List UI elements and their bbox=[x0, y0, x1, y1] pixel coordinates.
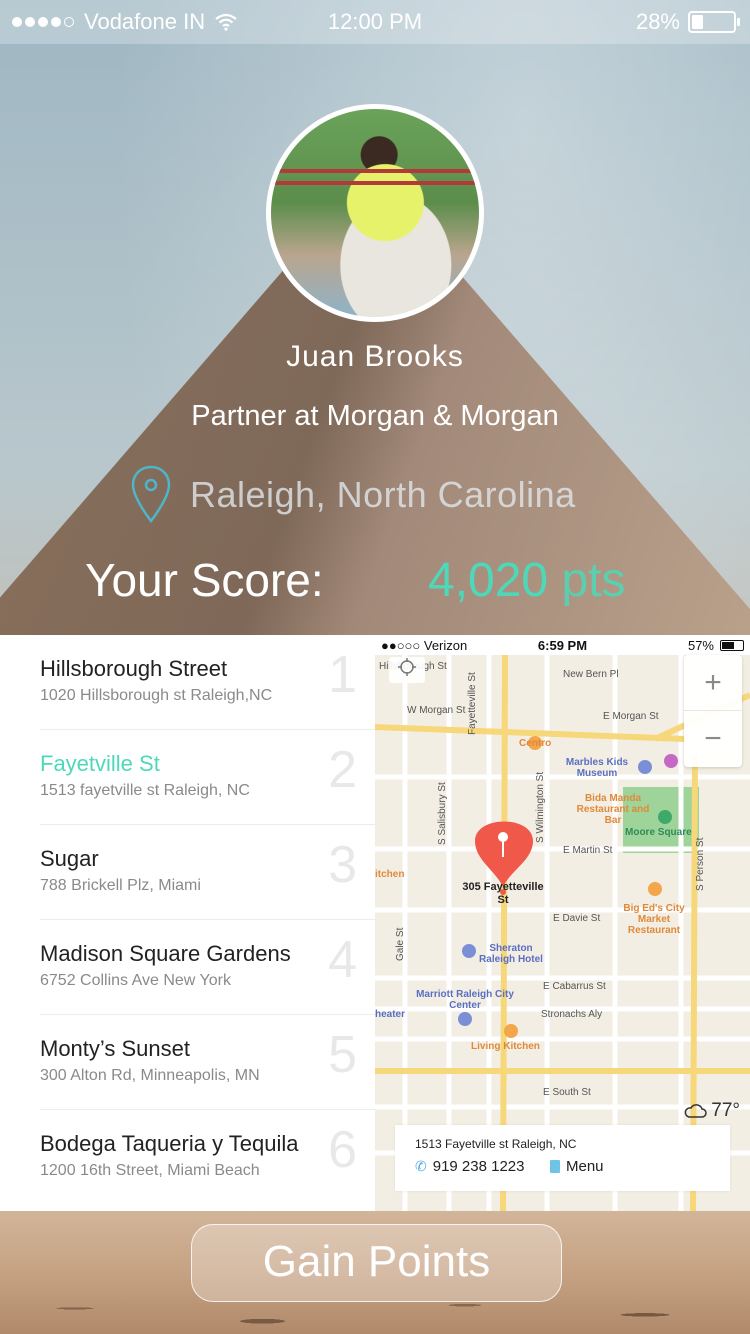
score-unit: pts bbox=[561, 554, 626, 607]
place-rank: 3 bbox=[328, 836, 357, 894]
avatar bbox=[266, 104, 484, 322]
poi-label: heater bbox=[375, 1009, 406, 1020]
list-item[interactable]: Hillsborough Street 1020 Hillsborough st… bbox=[40, 635, 375, 730]
place-rank: 4 bbox=[328, 931, 357, 989]
road-label: Gale St bbox=[395, 927, 406, 961]
list-item[interactable]: Bodega Taqueria y Tequila 1200 16th Stre… bbox=[40, 1110, 375, 1205]
card-address: 1513 Fayetville st Raleigh, NC bbox=[415, 1137, 577, 1151]
poi-label: Moore Square bbox=[625, 827, 692, 838]
temperature: 77° bbox=[711, 1100, 740, 1121]
road-label: W Morgan St bbox=[407, 705, 466, 716]
place-info-card[interactable]: 1513 Fayetville st Raleigh, NC ✆ 919 238… bbox=[395, 1125, 730, 1191]
place-name: Fayetville St bbox=[40, 751, 160, 776]
place-name: Monty’s Sunset bbox=[40, 1036, 191, 1061]
list-item[interactable]: Sugar 788 Brickell Plz, Miami 3 bbox=[40, 825, 375, 920]
list-item[interactable]: Monty’s Sunset 300 Alton Rd, Minneapolis… bbox=[40, 1015, 375, 1110]
zoom-controls: + − bbox=[684, 655, 742, 767]
poi-label: Marbles Kids Museum bbox=[565, 757, 629, 779]
zoom-in-button[interactable]: + bbox=[684, 655, 742, 711]
battery-icon bbox=[688, 11, 740, 33]
poi-label: Bida Manda Restaurant and Bar bbox=[576, 793, 650, 826]
place-name: Bodega Taqueria y Tequila bbox=[40, 1131, 299, 1156]
list-item[interactable]: Madison Square Gardens 6752 Collins Ave … bbox=[40, 920, 375, 1015]
phone-number: 919 238 1223 bbox=[432, 1158, 525, 1175]
locate-me-button[interactable] bbox=[389, 657, 425, 683]
road-label: E Cabarrus St bbox=[543, 981, 606, 992]
score-number: 4,020 bbox=[428, 554, 549, 607]
poi-label: itchen bbox=[375, 869, 405, 880]
location-text: Raleigh, North Carolina bbox=[190, 474, 576, 515]
road-label: S Person St bbox=[695, 837, 706, 891]
profile-title: Partner at Morgan & Morgan bbox=[191, 400, 559, 432]
map-battery-icon bbox=[720, 640, 744, 651]
map-pin-label: 305 Fayetteville St bbox=[462, 881, 544, 906]
poi-label: Sheraton Raleigh Hotel bbox=[479, 943, 543, 965]
menu-book-icon bbox=[550, 1160, 560, 1173]
list-item[interactable]: Fayetville St 1513 fayetville st Raleigh… bbox=[40, 730, 375, 825]
road-label: Fayetteville St bbox=[467, 672, 478, 735]
weather-indicator: 77° bbox=[683, 1100, 740, 1122]
place-rank: 2 bbox=[328, 741, 357, 799]
place-rank: 5 bbox=[328, 1026, 357, 1084]
phone-icon: ✆ bbox=[415, 1158, 427, 1174]
profile-location: Raleigh, North Carolina bbox=[130, 465, 576, 525]
place-address: 1513 fayetville st Raleigh, NC bbox=[40, 782, 250, 799]
place-name: Sugar bbox=[40, 846, 99, 871]
road-label: E Martin St bbox=[563, 845, 613, 856]
battery-percent: 28% bbox=[635, 9, 680, 34]
map-view[interactable]: ●●○○○ Verizon 6:59 PM 57% St W Morgan St… bbox=[375, 635, 750, 1211]
score-label: Your Score: bbox=[85, 554, 324, 606]
place-address: 300 Alton Rd, Minneapolis, MN bbox=[40, 1067, 260, 1084]
menu-button[interactable]: Menu bbox=[550, 1158, 604, 1175]
gain-points-button[interactable]: Gain Points bbox=[191, 1224, 562, 1302]
location-pin-icon bbox=[131, 465, 171, 524]
poi-label: Living Kitchen bbox=[471, 1041, 540, 1052]
profile-name: Juan Brooks bbox=[286, 340, 464, 373]
zoom-out-button[interactable]: − bbox=[684, 711, 742, 767]
road-label: E South St bbox=[543, 1087, 591, 1098]
road-label: S Wilmington St bbox=[535, 771, 546, 843]
place-name: Hillsborough Street bbox=[40, 656, 228, 681]
road-label: S Salisbury St bbox=[437, 782, 448, 845]
poi-label: Big Ed's City Market Restaurant bbox=[623, 903, 685, 936]
menu-label: Menu bbox=[566, 1158, 604, 1175]
place-address: 1020 Hillsborough st Raleigh,NC bbox=[40, 687, 273, 704]
road-label: New Bern Pl bbox=[563, 669, 619, 680]
place-address: 788 Brickell Plz, Miami bbox=[40, 877, 201, 894]
poi-label: Marriott Raleigh City Center bbox=[416, 989, 514, 1011]
road-label: Stronachs Aly bbox=[541, 1009, 603, 1020]
road-label: E Davie St bbox=[553, 913, 601, 924]
map-status-bar: ●●○○○ Verizon 6:59 PM 57% bbox=[375, 635, 750, 655]
place-rank: 1 bbox=[328, 646, 357, 704]
status-bar: Vodafone IN 12:00 PM 28% bbox=[0, 0, 750, 44]
place-name: Madison Square Gardens bbox=[40, 941, 291, 966]
crosshair-icon bbox=[398, 658, 416, 676]
place-rank: 6 bbox=[328, 1121, 357, 1179]
place-address: 1200 16th Street, Miami Beach bbox=[40, 1162, 260, 1179]
cloud-icon bbox=[684, 1104, 708, 1118]
poi-label: Centro bbox=[519, 738, 552, 749]
score-value: 4,020 pts bbox=[428, 553, 626, 608]
call-button[interactable]: ✆ 919 238 1223 bbox=[415, 1158, 525, 1175]
places-list: Hillsborough Street 1020 Hillsborough st… bbox=[0, 635, 375, 1211]
place-address: 6752 Collins Ave New York bbox=[40, 972, 231, 989]
map-battery-percent: 57% bbox=[687, 638, 714, 653]
road-label: E Morgan St bbox=[603, 711, 659, 722]
